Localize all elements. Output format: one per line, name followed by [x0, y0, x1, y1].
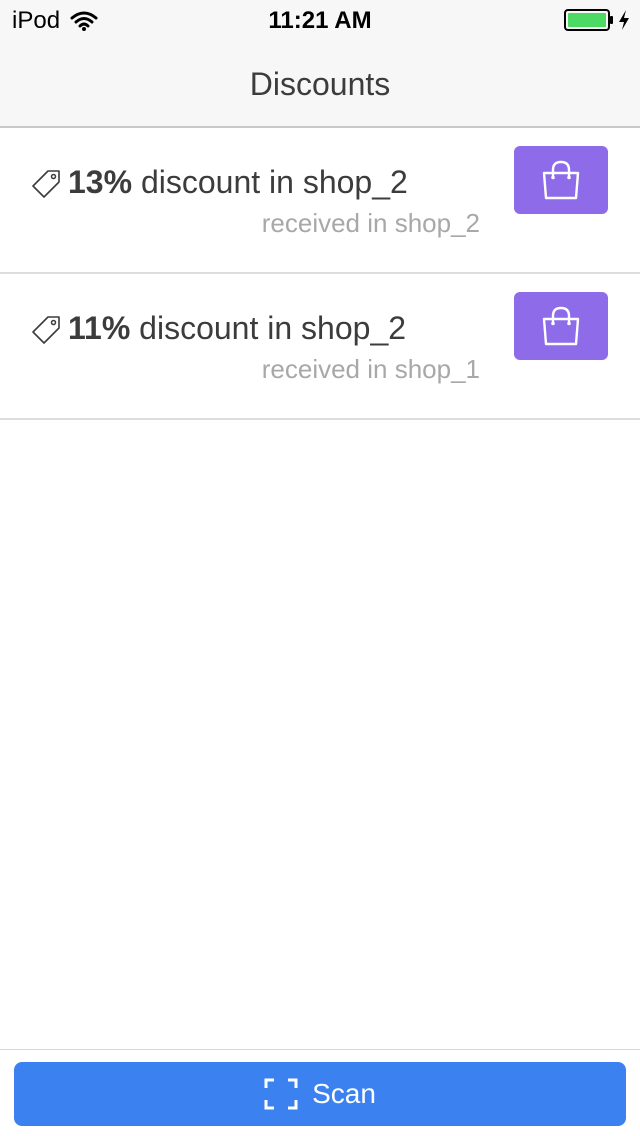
status-right: [564, 9, 630, 31]
shopping-bag-icon: [542, 160, 580, 200]
shop-button[interactable]: [514, 146, 608, 214]
tag-icon: [32, 316, 60, 344]
bottom-bar: Scan: [0, 1049, 640, 1136]
tag-icon: [32, 170, 60, 198]
discount-item[interactable]: 13% discount in shop_2 received in shop_…: [0, 128, 640, 274]
discount-list: 13% discount in shop_2 received in shop_…: [0, 128, 640, 420]
navigation-bar: Discounts: [0, 40, 640, 128]
status-bar: iPod 11:21 AM: [0, 0, 640, 40]
charging-icon: [619, 10, 629, 30]
battery-icon: [564, 9, 613, 31]
shop-button[interactable]: [514, 292, 608, 360]
discount-percent: 11%: [68, 310, 131, 346]
shopping-bag-icon: [542, 306, 580, 346]
discount-text: discount in shop_2: [132, 164, 408, 200]
status-time: 11:21 AM: [268, 7, 372, 34]
scan-label: Scan: [312, 1078, 376, 1109]
scan-button[interactable]: Scan: [14, 1062, 626, 1126]
discount-percent: 13%: [68, 164, 133, 200]
discount-title: 13% discount in shop_2: [68, 164, 408, 201]
discount-title: 11% discount in shop_2: [68, 310, 406, 347]
discount-received: received in shop_1: [261, 354, 480, 384]
discount-item[interactable]: 11% discount in shop_2 received in shop_…: [0, 274, 640, 420]
discount-text: discount in shop_2: [130, 310, 407, 346]
page-title: Discounts: [249, 66, 391, 102]
discount-received: received in shop_2: [261, 208, 480, 238]
scan-icon: [264, 1078, 298, 1110]
